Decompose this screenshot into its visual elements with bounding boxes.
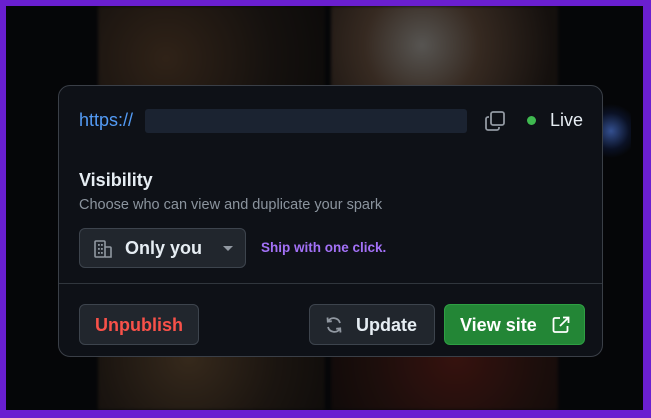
visibility-selected-value: Only you: [125, 238, 203, 258]
external-link-icon: [552, 316, 570, 333]
app-frame: https:// Live Visibility Choose who can …: [6, 6, 643, 410]
visibility-title: Visibility: [79, 170, 153, 190]
unpublish-button[interactable]: Unpublish: [79, 304, 199, 345]
unpublish-label: Unpublish: [95, 315, 183, 335]
visibility-description: Choose who can view and duplicate your s…: [79, 197, 383, 213]
divider: [59, 283, 602, 284]
view-site-button[interactable]: View site: [444, 304, 585, 345]
visibility-select[interactable]: Only you: [79, 228, 246, 268]
live-status-label: Live: [550, 110, 584, 130]
update-button[interactable]: Update: [309, 304, 435, 345]
live-status-dot: [527, 116, 536, 125]
chevron-down-icon: [223, 246, 233, 251]
url-redacted: [145, 109, 467, 133]
copy-url-button[interactable]: [483, 108, 507, 134]
publish-popover: https:// Live Visibility Choose who can …: [58, 85, 603, 357]
view-site-label: View site: [460, 315, 537, 335]
ship-promo-link[interactable]: Ship with one click.: [261, 240, 386, 255]
update-label: Update: [356, 315, 418, 335]
copy-icon: [485, 111, 505, 131]
refresh-icon: [326, 317, 342, 333]
site-url[interactable]: https://: [79, 110, 133, 131]
url-row: https:// Live: [59, 104, 602, 138]
building-icon: [94, 240, 112, 258]
